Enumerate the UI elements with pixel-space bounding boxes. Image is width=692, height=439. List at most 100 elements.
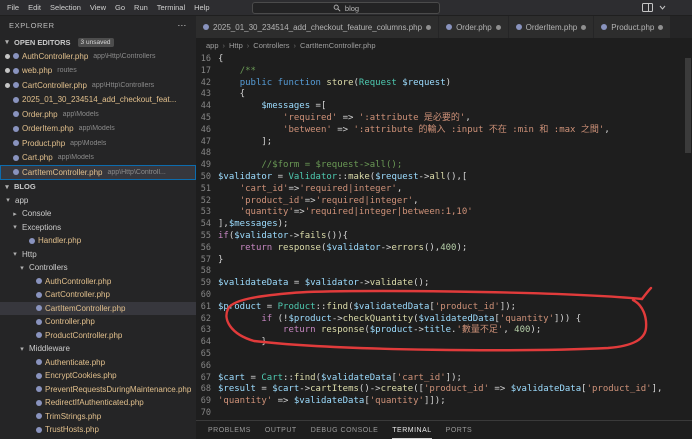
panel-tab-output[interactable]: OUTPUT [265,421,297,439]
line-number: 48 [200,148,211,159]
modified-dot [5,82,10,88]
menu-bar: File Edit Selection View Go Run Terminal Help [0,3,210,12]
chevron-down-icon: ▾ [13,251,17,259]
line-content: ]; [218,136,273,147]
menu-help[interactable]: Help [194,3,209,12]
open-editor-item[interactable]: CartItemController.php app\Http\Controll.… [0,165,196,180]
line-content: ],$messages); [218,219,289,230]
line-number: 49 [200,160,211,171]
command-center-search[interactable]: blog [252,2,440,14]
code-editor[interactable]: 16{17 /** 42 public function store(Reques… [196,53,692,420]
close-icon[interactable] [495,24,501,30]
php-file-icon [36,305,42,312]
line-number: 64 [200,337,211,348]
breadcrumb-item[interactable]: Http [229,41,243,50]
open-editor-item[interactable]: Order.php app\Models [0,107,196,122]
open-editor-item[interactable]: Product.php app\Models [0,136,196,151]
menu-terminal[interactable]: Terminal [157,3,185,12]
workspace-header[interactable]: ▾ BLOG [0,180,196,194]
line-content: 'quantity'=>'required|integer|between:1,… [239,207,473,218]
line-number: 67 [200,372,211,383]
tab-orderitem-php[interactable]: OrderItem.php [508,16,595,38]
tree-item[interactable]: Handler.php [0,234,196,248]
tree-item[interactable]: ▾ Middleware [0,342,196,356]
tree-item[interactable]: ▾ app [0,194,196,208]
tree-item[interactable]: Authenticate.php [0,356,196,370]
php-file-icon [13,125,19,132]
menu-view[interactable]: View [90,3,106,12]
line-content: 'quantity' => $validateData['quantity']]… [218,396,446,407]
open-editor-item[interactable]: 2025_01_30_234514_add_checkout_feat... [0,93,196,108]
code-line: 61 $product = Product::find($validatedDat… [196,302,692,314]
tree-item[interactable]: EncryptCookies.php [0,369,196,383]
menu-selection[interactable]: Selection [50,3,81,12]
open-editors-list: AuthController.php app\Http\Controllers we… [0,49,196,180]
tab-label: 2025_01_30_234514_add_checkout_feature_c… [213,22,423,32]
open-editor-item[interactable]: AuthController.php app\Http\Controllers [0,49,196,64]
file-name: AuthController.php [22,51,89,61]
workbench: EXPLORER ⋯ ▾ OPEN EDITORS 3 unsaved Auth… [0,16,692,439]
tree-item[interactable]: ▾ Exceptions [0,221,196,235]
tab-label: Product.php [611,22,655,32]
tree-item[interactable]: ▾ Http [0,248,196,262]
code-line: 64 } [196,337,692,349]
line-number: 69 [200,396,211,407]
tree-item[interactable]: ▾ Controllers [0,261,196,275]
customize-layout-icon[interactable] [642,3,653,12]
line-number: 58 [200,266,211,277]
breadcrumb-item[interactable]: CartItemController.php [300,41,375,50]
line-number: 57 [200,254,211,265]
tree-item[interactable]: RedirectIfAuthenticated.php [0,396,196,410]
panel-tab-debug-console[interactable]: DEBUG CONSOLE [311,421,379,439]
open-editor-item[interactable]: web.php routes [0,64,196,79]
folder-name: Middleware [29,344,70,354]
file-name: Authenticate.php [45,357,106,367]
panel-tab-terminal[interactable]: TERMINAL [392,421,431,439]
close-icon[interactable] [581,24,587,30]
line-content: //$form = $request->all(); [261,160,403,171]
line-number: 62 [200,313,211,324]
line-number: 50 [200,171,211,182]
tree-item[interactable]: ProductController.php [0,329,196,343]
open-editor-item[interactable]: OrderItem.php app\Models [0,122,196,137]
editor-group: 2025_01_30_234514_add_checkout_feature_c… [196,16,692,439]
tree-item[interactable]: Controller.php [0,315,196,329]
breadcrumb-item[interactable]: app [206,41,219,50]
code-line: 43 { [196,89,692,101]
tree-item[interactable]: CartItemController.php [0,301,196,315]
modified-dot [5,126,10,131]
tree-item[interactable]: TrimStrings.php [0,410,196,424]
tab-2025-01-30-234514-add-checkout-feature-columns-php[interactable]: 2025_01_30_234514_add_checkout_feature_c… [196,16,440,38]
close-icon[interactable] [658,24,664,30]
chevron-down-icon[interactable] [659,5,666,10]
line-number: 44 [200,101,211,112]
line-number: 70 [200,407,211,418]
menu-run[interactable]: Run [134,3,148,12]
file-name: CartController.php [22,80,87,90]
tree-item[interactable]: ▸ Console [0,207,196,221]
folder-name: app [15,195,29,205]
menu-file[interactable]: File [7,3,19,12]
open-editor-item[interactable]: CartController.php app\Http\Controllers [0,78,196,93]
open-editors-header[interactable]: ▾ OPEN EDITORS 3 unsaved [0,35,196,49]
more-actions-icon[interactable]: ⋯ [177,20,187,31]
open-editor-item[interactable]: Cart.php app\Models [0,151,196,166]
editor-scrollbar[interactable] [685,58,691,153]
menu-edit[interactable]: Edit [28,3,41,12]
line-content: return response($product->title.'數量不足', … [283,325,542,336]
chevron-down-icon: ▾ [20,345,24,353]
tree-item[interactable]: TrustHosts.php [0,423,196,437]
panel-tab-ports[interactable]: PORTS [446,421,473,439]
breadcrumb-item[interactable]: Controllers [253,41,289,50]
menu-go[interactable]: Go [115,3,125,12]
tree-item[interactable]: PreventRequestsDuringMaintenance.php [0,383,196,397]
close-icon[interactable] [426,24,432,30]
tab-order-php[interactable]: Order.php [439,16,509,38]
breadcrumb-separator-icon: › [293,41,297,50]
tab-product-php[interactable]: Product.php [594,16,672,38]
tree-item[interactable]: AuthController.php [0,275,196,289]
tree-item[interactable]: CartController.php [0,288,196,302]
code-line: 69 'quantity' => $validateData['quantity'… [196,396,692,408]
panel-tab-problems[interactable]: PROBLEMS [208,421,251,439]
line-content: 'between' => ':attribute 的輸入 :input 不在 :… [283,124,610,135]
